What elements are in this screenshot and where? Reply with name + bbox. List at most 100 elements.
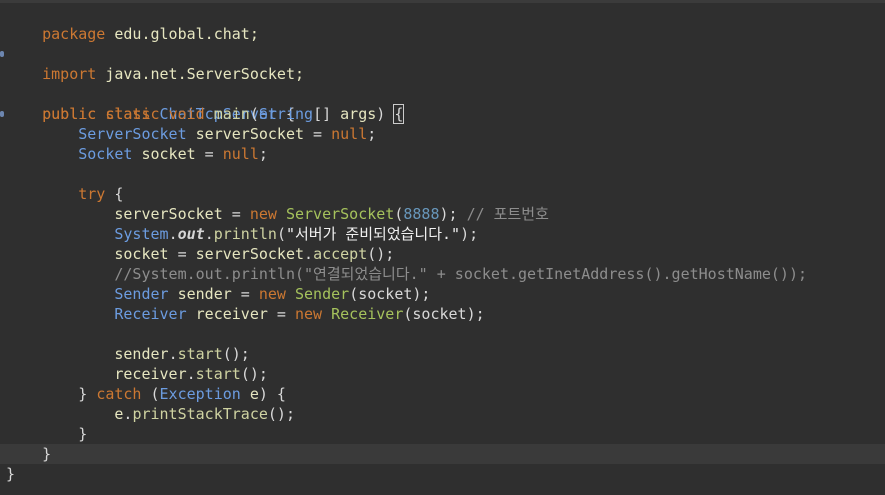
keyword: package (42, 25, 106, 43)
keyword: new (249, 205, 277, 223)
argument: (socket); (403, 305, 485, 323)
dot: . (304, 245, 314, 263)
variable-name: serverSocket (195, 125, 305, 143)
code-line-18[interactable]: sender.start(); (6, 344, 250, 364)
variable-name: socket (114, 245, 169, 263)
variable-name: e (240, 385, 259, 403)
code-line-22[interactable]: } (6, 424, 87, 444)
variable-name: serverSocket (114, 205, 223, 223)
code-line-14[interactable]: //System.out.println("연결되었습니다." + socket… (6, 264, 807, 284)
code-line-21[interactable]: e.printStackTrace(); (6, 404, 295, 424)
paren: ( (276, 225, 286, 243)
keyword: new (295, 305, 323, 323)
keyword: void (168, 105, 205, 123)
matched-brace: { (393, 104, 405, 124)
code-line-6[interactable]: public static void main(String[] args) { (6, 104, 405, 124)
constructor-name: Receiver (331, 305, 404, 323)
array-brackets: [] (313, 105, 341, 123)
keyword: try (78, 185, 106, 203)
code-line-13[interactable]: socket = serverSocket.accept(); (6, 244, 394, 264)
object-name: serverSocket (195, 245, 305, 263)
paren: ); (460, 225, 479, 243)
code-line-7[interactable]: ServerSocket serverSocket = null; (6, 124, 376, 144)
argument: (socket); (349, 285, 431, 303)
string-literal: "서버가 준비되었습니다." (285, 225, 461, 243)
operator: = (168, 245, 196, 263)
paren: ( (141, 385, 160, 403)
semicolon: ; (258, 145, 268, 163)
paren: ) (376, 105, 395, 123)
code-line-23[interactable]: } (6, 444, 51, 464)
code-line-24[interactable]: } (6, 464, 15, 484)
number-literal: 8888 (403, 205, 440, 223)
dot: . (186, 365, 196, 383)
paren: ( (249, 105, 259, 123)
paren: (); (222, 345, 250, 363)
method-override-marker-icon[interactable] (0, 111, 4, 117)
dot: . (168, 345, 178, 363)
operator: = (231, 285, 259, 303)
code-line-12[interactable]: System.out.println("서버가 준비되었습니다."); (6, 224, 478, 244)
type-name: String (258, 105, 314, 123)
keyword: public (42, 105, 97, 123)
code-line-15[interactable]: Sender sender = new Sender(socket); (6, 284, 430, 304)
current-line-highlight (0, 444, 885, 464)
keyword: null (222, 145, 259, 163)
constructor-name: Sender (295, 285, 350, 303)
dot: . (204, 225, 214, 243)
keyword: static (105, 105, 160, 123)
operator: = (304, 125, 332, 143)
import-name: java.net.ServerSocket; (96, 65, 305, 83)
editor-top-border (0, 0, 885, 3)
import-fold-marker-icon[interactable] (0, 51, 4, 57)
code-line-16[interactable]: Receiver receiver = new Receiver(socket)… (6, 304, 485, 324)
brace: ) { (258, 385, 286, 403)
brace: } (6, 465, 16, 483)
code-line-1[interactable]: package edu.global.chat; (6, 4, 259, 43)
variable-name: receiver (195, 305, 268, 323)
operator: = (195, 145, 223, 163)
type-name: Exception (159, 385, 241, 403)
code-line-11[interactable]: serverSocket = new ServerSocket(8888); /… (6, 204, 549, 224)
package-name: edu.global.chat; (105, 25, 259, 43)
method-name: accept (313, 245, 368, 263)
paren: ); (439, 205, 467, 223)
static-field: out (177, 225, 205, 243)
param-name: args (340, 105, 377, 123)
variable-name: sender (177, 285, 232, 303)
brace: } (78, 425, 88, 443)
brace: } (78, 385, 97, 403)
dot: . (168, 225, 178, 243)
paren: (); (267, 405, 295, 423)
type-name: Sender (114, 285, 169, 303)
code-line-8[interactable]: Socket socket = null; (6, 144, 268, 164)
code-line-3[interactable]: import java.net.ServerSocket; (6, 44, 304, 83)
brace: } (42, 445, 52, 463)
comment: // 포트번호 (466, 205, 549, 223)
type-name: Socket (78, 145, 133, 163)
code-line-20[interactable]: } catch (Exception e) { (6, 384, 286, 404)
keyword: new (258, 285, 286, 303)
type-name: System (114, 225, 169, 243)
paren: (); (240, 365, 268, 383)
object-name: sender (114, 345, 169, 363)
code-line-19[interactable]: receiver.start(); (6, 364, 268, 384)
method-name: start (177, 345, 223, 363)
keyword: catch (96, 385, 142, 403)
paren: (); (367, 245, 395, 263)
comment: //System.out.println("연결되었습니다." + socket… (114, 265, 808, 283)
type-name: ServerSocket (78, 125, 187, 143)
method-name: printStackTrace (132, 405, 268, 423)
method-name: main (213, 105, 250, 123)
method-name: println (213, 225, 277, 243)
code-line-5[interactable]: public class ChatTcpServer { (6, 84, 295, 123)
keyword: null (331, 125, 368, 143)
code-editor[interactable]: package edu.global.chat; import java.net… (0, 0, 885, 495)
object-name: receiver (114, 365, 187, 383)
method-name: start (195, 365, 241, 383)
type-name: Receiver (114, 305, 187, 323)
constructor-name: ServerSocket (285, 205, 395, 223)
semicolon: ; (367, 125, 377, 143)
code-line-10[interactable]: try { (6, 184, 123, 204)
brace: { (105, 185, 124, 203)
